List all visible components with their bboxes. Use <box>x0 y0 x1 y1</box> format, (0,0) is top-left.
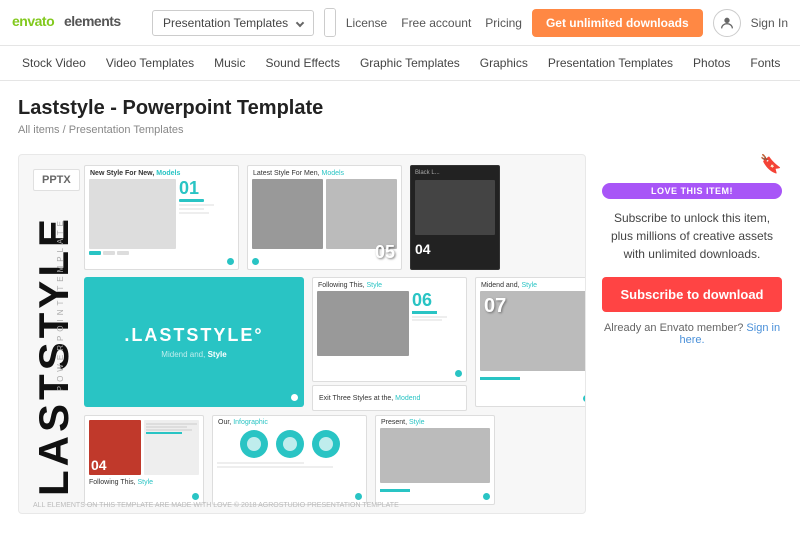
teal-dot-6 <box>355 493 362 500</box>
breadcrumb-all-items[interactable]: All items <box>18 124 60 136</box>
love-badge: LOVE THIS ITEM! <box>602 183 782 199</box>
white-dot <box>291 394 298 401</box>
pptx-badge: PPTX <box>33 169 80 191</box>
template-dropdown[interactable]: Presentation Templates <box>152 10 314 36</box>
nav-graphic-templates[interactable]: Graphic Templates <box>350 52 470 74</box>
avatar-icon <box>719 15 735 31</box>
teal-dot <box>227 258 234 265</box>
subscribe-button[interactable]: Subscribe to download <box>602 277 782 312</box>
nav-music[interactable]: Music <box>204 52 255 74</box>
nav-sound-effects[interactable]: Sound Effects <box>255 52 350 74</box>
sidebar-description: Subscribe to unlock this item, plus mill… <box>602 209 782 263</box>
nav-addons[interactable]: Add-ons <box>790 52 800 74</box>
teal-dot-3 <box>455 370 462 377</box>
footer-text: ALL ELEMENTS ON THIS TEMPLATE ARE MADE W… <box>33 502 399 509</box>
nav-photos[interactable]: Photos <box>683 52 740 74</box>
bookmark-icon[interactable]: 🔖 <box>760 154 782 175</box>
unlimited-downloads-button[interactable]: Get unlimited downloads <box>532 9 703 37</box>
teal-dot-4 <box>583 395 586 402</box>
breadcrumb-category[interactable]: Presentation Templates <box>69 124 184 136</box>
bookmark-area: 🔖 <box>602 154 782 175</box>
teal-dot-5 <box>192 493 199 500</box>
nav-presentation-templates[interactable]: Presentation Templates <box>538 52 683 74</box>
header-links: License Free account Pricing <box>346 16 522 30</box>
free-account-link[interactable]: Free account <box>401 16 471 30</box>
search-input[interactable] <box>325 9 336 36</box>
slides-collage: New Style For New, Models 01 <box>84 165 586 514</box>
search-bar <box>324 8 336 37</box>
main-content: PPTX LASTSTYLE POWERPOINT TEMPLATE New S… <box>0 142 800 526</box>
svg-text:elements: elements <box>64 13 121 29</box>
main-nav: Stock Video Video Templates Music Sound … <box>0 46 800 81</box>
sidebar: 🔖 LOVE THIS ITEM! Subscribe to unlock th… <box>602 154 782 514</box>
nav-video-templates[interactable]: Video Templates <box>96 52 204 74</box>
laststyle-vertical-text: LASTSTYLE <box>33 215 75 496</box>
sub-vertical-text: POWERPOINT TEMPLATE <box>57 217 65 391</box>
big-slide-text: .LASTSTYLE° <box>124 325 263 346</box>
license-link[interactable]: License <box>346 16 387 30</box>
already-member-text: Already an Envato member? Sign in here. <box>602 322 782 346</box>
nav-fonts[interactable]: Fonts <box>740 52 790 74</box>
teal-dot-2 <box>252 258 259 265</box>
logo: envato elements <box>12 9 142 37</box>
chevron-down-icon <box>296 18 304 26</box>
nav-graphics[interactable]: Graphics <box>470 52 538 74</box>
product-image-area: PPTX LASTSTYLE POWERPOINT TEMPLATE New S… <box>18 154 586 514</box>
dropdown-label: Presentation Templates <box>163 16 288 30</box>
nav-stock-video[interactable]: Stock Video <box>12 52 96 74</box>
breadcrumb: All items / Presentation Templates <box>18 124 782 136</box>
teal-dot-7 <box>483 493 490 500</box>
sign-in-link[interactable]: Sign In <box>751 16 788 30</box>
user-icon[interactable] <box>713 9 741 37</box>
pricing-link[interactable]: Pricing <box>485 16 522 30</box>
svg-text:envato: envato <box>12 13 54 29</box>
already-member-label: Already an Envato member? <box>604 322 743 334</box>
header: envato elements Presentation Templates L… <box>0 0 800 46</box>
page-title: Laststyle - Powerpoint Template <box>18 97 782 120</box>
page-header: Laststyle - Powerpoint Template All item… <box>0 81 800 142</box>
